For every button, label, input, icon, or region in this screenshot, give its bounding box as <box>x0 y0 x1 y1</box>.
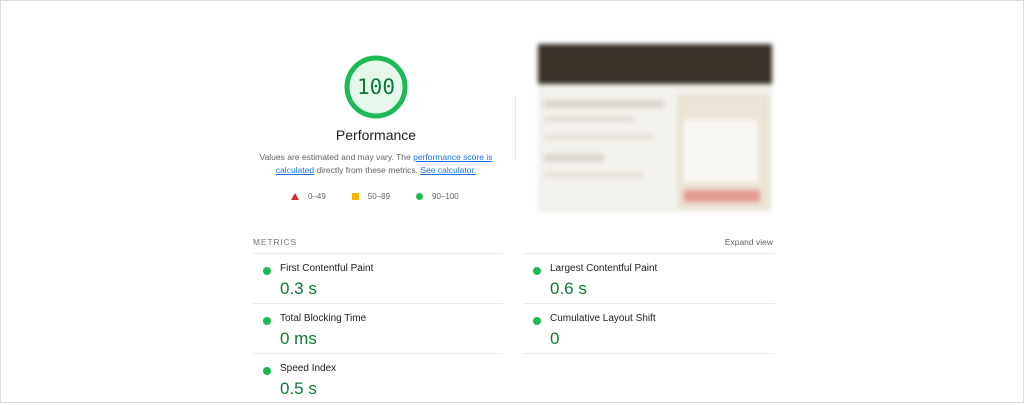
pass-status-icon <box>263 267 271 275</box>
metric-largest-contentful-paint: Largest Contentful Paint 0.6 s <box>533 259 763 305</box>
expand-view-button[interactable]: Expand view <box>701 237 773 247</box>
legend-label-average: 50–89 <box>367 191 391 201</box>
metric-total-blocking-time: Total Blocking Time 0 ms <box>263 309 493 355</box>
thumbnail-text-line <box>544 154 604 162</box>
score-legend: 0–49 50–89 90–100 <box>291 190 459 202</box>
metrics-divider <box>253 303 503 304</box>
legend-item-pass: 90–100 <box>416 192 459 201</box>
thumbnail-text-line <box>544 172 644 178</box>
metric-value: 0.6 s <box>550 279 587 298</box>
metrics-divider <box>523 303 775 304</box>
description-text-2: directly from these metrics. <box>314 165 421 175</box>
metric-first-contentful-paint: First Contentful Paint 0.3 s <box>263 259 493 305</box>
thumbnail-header <box>538 44 772 84</box>
see-calculator-link[interactable]: See calculator. <box>420 165 476 175</box>
description-text-1: Values are estimated and may vary. The <box>259 152 414 162</box>
page-screenshot-thumbnail[interactable] <box>538 44 772 212</box>
pass-status-icon <box>263 317 271 325</box>
thumbnail-text-line <box>544 134 654 140</box>
metric-name: Cumulative Layout Shift <box>550 313 656 324</box>
pass-status-icon <box>263 367 271 375</box>
metric-value: 0.3 s <box>280 279 317 298</box>
score-description: Values are estimated and may vary. The p… <box>256 151 496 177</box>
score-value: 100 <box>357 75 395 99</box>
thumbnail-text-line <box>544 100 664 108</box>
metric-name: First Contentful Paint <box>280 263 374 274</box>
metrics-divider <box>253 253 503 254</box>
metric-speed-index: Speed Index 0.5 s <box>263 359 493 405</box>
pass-status-icon <box>533 317 541 325</box>
metric-name: Largest Contentful Paint <box>550 263 658 274</box>
legend-label-fail: 0–49 <box>308 191 326 201</box>
square-average-icon <box>351 192 359 200</box>
legend-item-average: 50–89 <box>351 191 391 201</box>
metrics-header: METRICS <box>253 237 297 247</box>
metrics-divider <box>253 353 503 354</box>
vertical-divider <box>515 97 516 159</box>
thumbnail-button <box>684 190 760 202</box>
pass-status-icon <box>533 267 541 275</box>
metric-value: 0 ms <box>280 329 317 348</box>
metric-value: 0 <box>550 329 560 348</box>
metric-value: 0.5 s <box>280 379 317 398</box>
triangle-fail-icon <box>291 192 299 200</box>
thumbnail-sidebar-content <box>684 120 758 182</box>
report-panel: 100 Performance Values are estimated and… <box>0 0 1024 403</box>
thumbnail-text-line <box>544 116 634 122</box>
legend-label-pass: 90–100 <box>432 191 459 201</box>
legend-item-fail: 0–49 <box>291 192 326 201</box>
circle-pass-icon <box>416 192 424 200</box>
metric-name: Speed Index <box>280 363 337 374</box>
metrics-divider <box>523 353 775 354</box>
metrics-divider <box>523 253 775 254</box>
metric-name: Total Blocking Time <box>280 313 367 324</box>
metric-cumulative-layout-shift: Cumulative Layout Shift 0 <box>533 309 763 355</box>
performance-title: Performance <box>335 127 417 143</box>
performance-score-gauge[interactable]: 100 <box>343 54 409 120</box>
